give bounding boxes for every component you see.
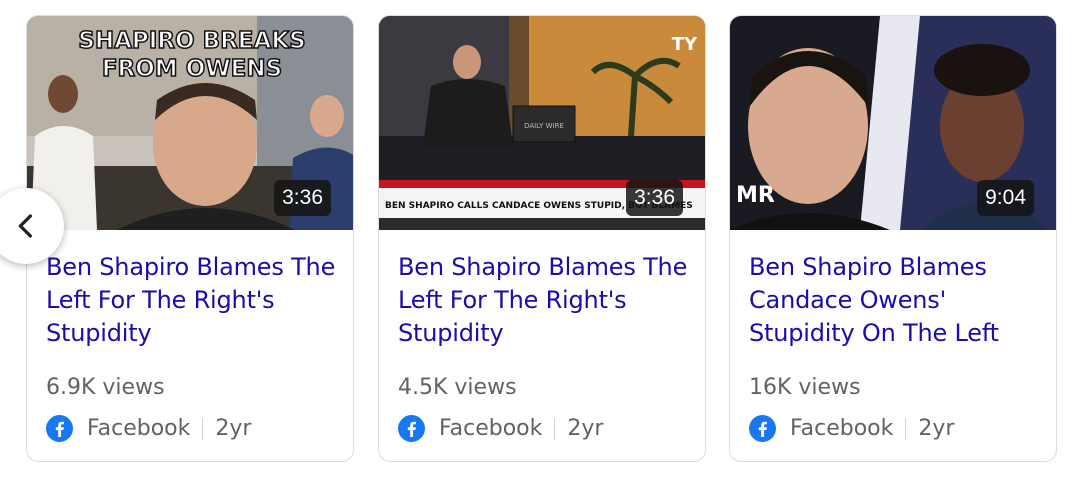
divider (905, 417, 907, 440)
video-title[interactable]: Ben Shapiro Blames The Left For The Righ… (398, 251, 693, 350)
view-count: 16K views (749, 375, 861, 400)
video-meta: Facebook 2yr (398, 415, 603, 442)
facebook-icon (46, 415, 73, 442)
video-card-3[interactable]: MR 9:04 Ben Shapiro Blames Candace Owens… (729, 15, 1057, 462)
video-thumbnail[interactable]: SHAPIRO BREAKS FROM OWENS 3:36 (27, 16, 353, 230)
thumbnail-monitor-text: DAILY WIRE (524, 122, 564, 130)
view-count: 4.5K views (398, 375, 517, 400)
video-title[interactable]: Ben Shapiro Blames Candace Owens' Stupid… (749, 251, 1044, 350)
facebook-icon (749, 415, 776, 442)
source-label: Facebook (87, 416, 191, 441)
thumbnail-corner-logo: TY (672, 34, 698, 55)
video-meta: Facebook 2yr (749, 415, 954, 442)
duration-badge: 3:36 (626, 180, 683, 216)
chevron-left-icon (18, 214, 32, 238)
view-count: 6.9K views (46, 375, 165, 400)
video-card-1[interactable]: SHAPIRO BREAKS FROM OWENS 3:36 Ben Shapi… (26, 15, 354, 462)
video-meta: Facebook 2yr (46, 415, 251, 442)
age-label: 2yr (215, 416, 252, 441)
divider (202, 417, 204, 440)
video-title[interactable]: Ben Shapiro Blames The Left For The Righ… (46, 251, 341, 350)
thumbnail-banner-line-2: FROM OWENS (102, 56, 282, 82)
facebook-icon (398, 415, 425, 442)
age-label: 2yr (918, 416, 955, 441)
source-label: Facebook (790, 416, 894, 441)
duration-badge: 3:36 (274, 180, 331, 216)
video-thumbnail[interactable]: MR 9:04 (730, 16, 1056, 230)
divider (554, 417, 556, 440)
thumbnail-banner-line-1: SHAPIRO BREAKS (78, 28, 305, 54)
age-label: 2yr (567, 416, 604, 441)
duration-badge: 9:04 (977, 180, 1034, 216)
video-card-2[interactable]: DAILY WIRE BEN SHAPIRO CALLS CANDACE OWE… (378, 15, 706, 462)
thumbnail-corner-logo: MR (736, 183, 775, 208)
video-thumbnail[interactable]: DAILY WIRE BEN SHAPIRO CALLS CANDACE OWE… (379, 16, 705, 230)
source-label: Facebook (439, 416, 543, 441)
